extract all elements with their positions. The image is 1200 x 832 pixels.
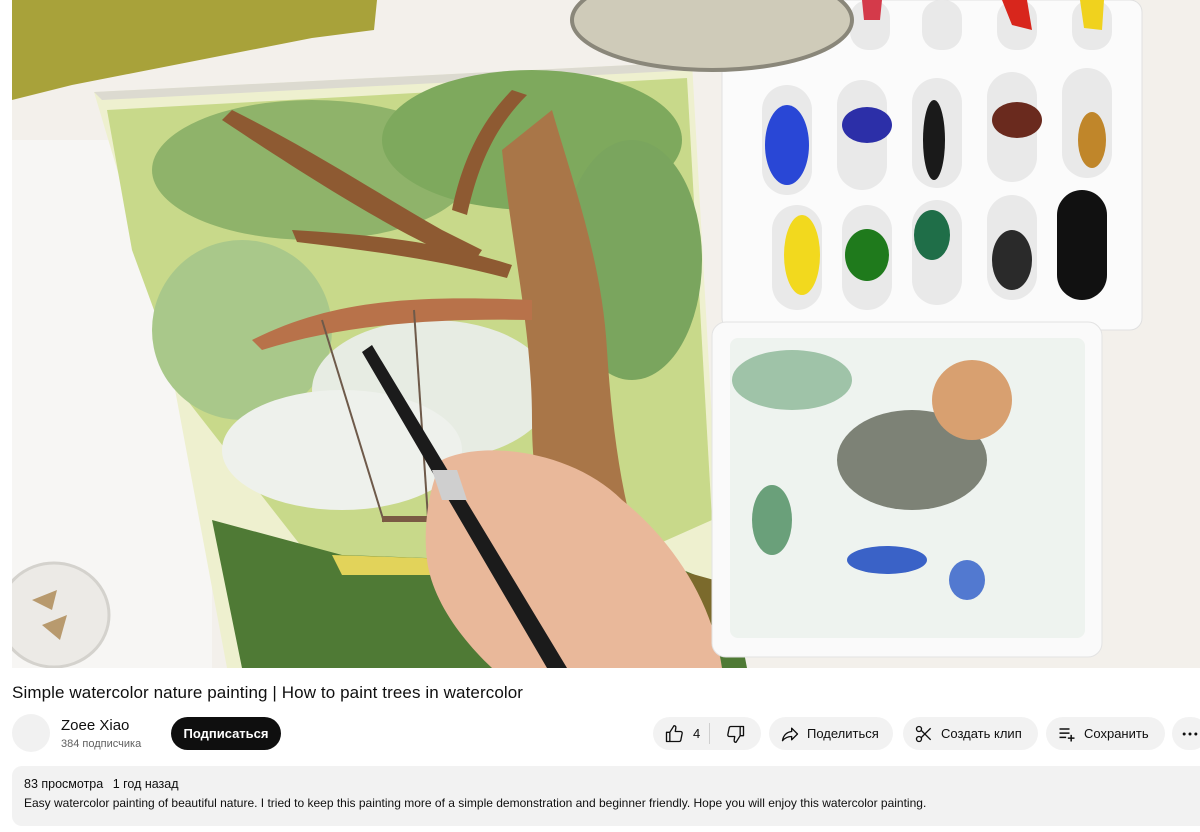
channel-avatar[interactable] xyxy=(12,714,50,752)
video-frame xyxy=(12,0,1200,668)
description-box[interactable]: 83 просмотра 1 год назад Easy watercolor… xyxy=(12,766,1200,826)
like-button[interactable]: 4 xyxy=(653,717,709,750)
scissors-icon xyxy=(913,723,935,745)
video-player[interactable] xyxy=(12,0,1200,668)
channel-name[interactable]: Zoee Xiao xyxy=(61,717,129,734)
thumbs-down-icon xyxy=(725,723,747,745)
more-actions-button[interactable] xyxy=(1172,717,1200,750)
subscribe-button[interactable]: Подписаться xyxy=(171,717,281,750)
more-horizontal-icon xyxy=(1179,723,1200,745)
playlist-add-icon xyxy=(1056,723,1078,745)
thumbs-up-icon xyxy=(663,723,685,745)
create-clip-button[interactable]: Создать клип xyxy=(903,717,1038,750)
share-button[interactable]: Поделиться xyxy=(769,717,893,750)
like-dislike-group: 4 xyxy=(653,717,761,750)
video-title: Simple watercolor nature painting | How … xyxy=(12,683,524,702)
share-label: Поделиться xyxy=(807,726,879,741)
save-label: Сохранить xyxy=(1084,726,1149,741)
description-text: Easy watercolor painting of beautiful na… xyxy=(24,796,927,810)
subscriber-count: 384 подписчика xyxy=(61,738,142,750)
channel-owner: Zoee Xiao 384 подписчика Подписаться xyxy=(12,713,652,753)
video-meta: 83 просмотра 1 год назад xyxy=(24,777,179,791)
dislike-button[interactable] xyxy=(710,717,761,750)
save-button[interactable]: Сохранить xyxy=(1046,717,1165,750)
view-count: 83 просмотра xyxy=(24,777,104,791)
clip-label: Создать клип xyxy=(941,726,1022,741)
like-count: 4 xyxy=(693,726,701,741)
share-icon xyxy=(779,723,801,745)
upload-date: 1 год назад xyxy=(112,777,179,791)
